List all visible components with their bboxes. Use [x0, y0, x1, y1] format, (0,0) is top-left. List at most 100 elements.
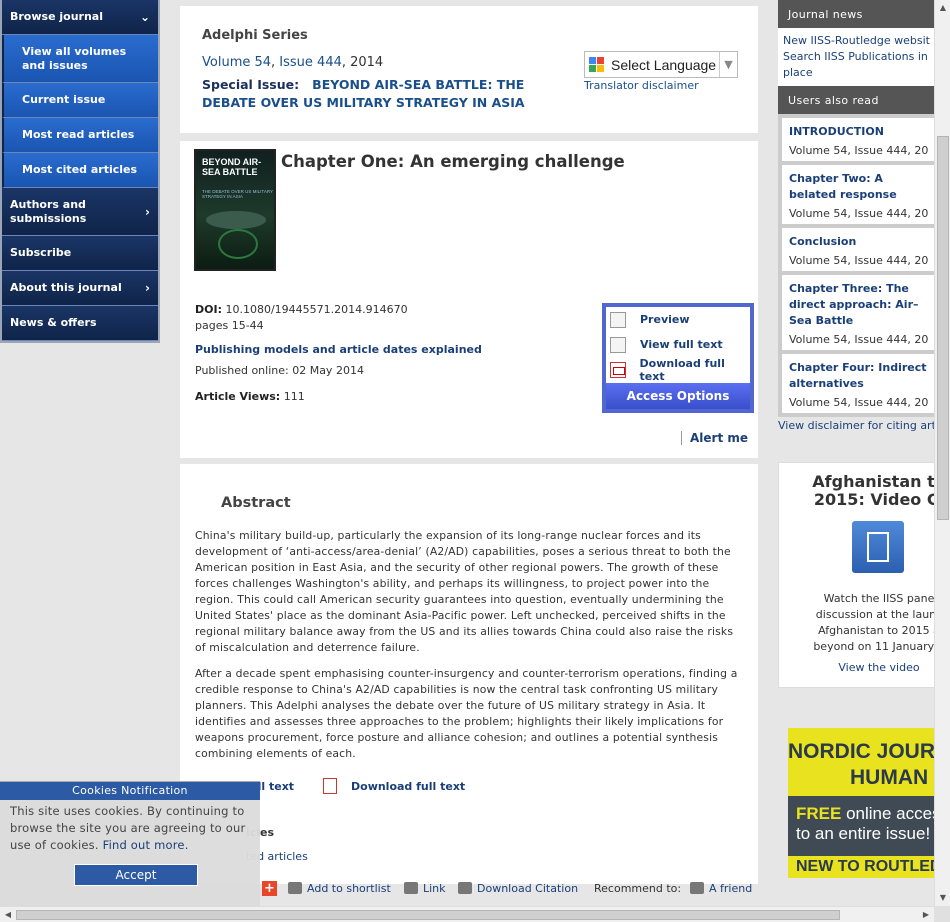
- volume-link[interactable]: Volume 54: [202, 55, 271, 70]
- view-video-link[interactable]: View the video: [779, 661, 934, 674]
- nav-label: Authors and submissions: [10, 197, 87, 225]
- issue-link[interactable]: Issue 444: [279, 55, 342, 70]
- save-icon: [288, 882, 302, 894]
- nav-about-journal[interactable]: About this journal ›: [2, 271, 158, 306]
- friend-label: A friend: [709, 882, 753, 895]
- scroll-right-icon[interactable]: ▶: [918, 907, 934, 922]
- news-link[interactable]: Search IISS Publications in: [783, 49, 929, 65]
- news-link[interactable]: New IISS-Routledge websit: [783, 33, 930, 49]
- ad-line-2: HUMAN RIG: [850, 766, 934, 789]
- scroll-thumb[interactable]: [16, 910, 840, 920]
- nav-view-all-volumes[interactable]: View all volumes and issues: [2, 35, 158, 83]
- list-item[interactable]: Chapter Four: Indirect alternatives Volu…: [782, 354, 934, 413]
- pages: pages 15-44: [195, 319, 264, 332]
- vertical-scrollbar[interactable]: ▲ ▼: [934, 0, 950, 906]
- ad-line-4: to an entire issue!: [796, 824, 931, 843]
- nav-browse-journal[interactable]: Browse journal ⌄: [2, 0, 158, 35]
- translator-disclaimer-link[interactable]: Translator disclaimer: [584, 79, 699, 92]
- video-heading: Afghanistan to 2015: Video Cl: [779, 473, 934, 509]
- views-count: 111: [283, 390, 305, 403]
- series-title: Adelphi Series: [202, 28, 308, 43]
- related-volume: Volume 54, Issue 444, 20: [789, 207, 929, 220]
- journal-news-heading: Journal news: [778, 0, 934, 28]
- cover-title: BEYOND AIR-SEA BATTLE: [202, 157, 262, 177]
- year: , 2014: [341, 55, 384, 70]
- abstract-heading: Abstract: [221, 495, 291, 511]
- nav-label: News & offers: [10, 316, 97, 329]
- add-plus-icon[interactable]: +: [262, 881, 277, 896]
- cookie-accept-button[interactable]: Accept: [74, 864, 198, 886]
- preview-link[interactable]: Preview: [606, 307, 750, 332]
- abstract-paragraph-2: After a decade spent emphasising counter…: [195, 667, 738, 760]
- dropdown-arrow-icon: ▼: [719, 52, 737, 77]
- citation-label: Download Citation: [477, 882, 579, 895]
- nav-most-cited[interactable]: Most cited articles: [2, 153, 158, 188]
- scrollbar-corner: [934, 906, 950, 922]
- video-text-line: Watch the IISS pane: [823, 592, 934, 605]
- google-translate-icon: [589, 56, 605, 73]
- add-to-shortlist[interactable]: Add to shortlist: [288, 882, 391, 895]
- nav-label: View all volumes and issues: [22, 44, 127, 72]
- alert-me-link[interactable]: Alert me: [680, 431, 748, 445]
- video-icon[interactable]: [852, 521, 904, 573]
- cookie-heading: Cookies Notification: [0, 782, 260, 800]
- video-card: Afghanistan to 2015: Video Cl Watch the …: [778, 462, 934, 688]
- ad-line-5: NEW TO ROUTLED: [796, 858, 934, 875]
- link-label: Link: [423, 882, 446, 895]
- nav-current-issue[interactable]: Current issue: [2, 83, 158, 118]
- news-link[interactable]: place: [783, 65, 929, 81]
- download-citation[interactable]: Download Citation: [458, 882, 578, 895]
- language-select[interactable]: Select Language ▼: [584, 51, 738, 78]
- nav-most-read[interactable]: Most read articles: [2, 118, 158, 153]
- horizontal-scrollbar[interactable]: ◀ ▶: [0, 906, 934, 922]
- related-volume: Volume 54, Issue 444, 20: [789, 333, 929, 346]
- pdf-icon: [610, 361, 626, 378]
- scroll-up-icon[interactable]: ▲: [935, 0, 950, 16]
- citing-disclaimer-link[interactable]: View disclaimer for citing art: [778, 419, 934, 432]
- nav-news-offers[interactable]: News & offers: [2, 306, 158, 341]
- document-icon: [610, 311, 626, 328]
- cookie-find-out-more-link[interactable]: Find out more.: [103, 838, 189, 852]
- nav-label: Most cited articles: [22, 163, 138, 176]
- nav-subscribe[interactable]: Subscribe: [2, 236, 158, 271]
- journal-ad-banner[interactable]: NORDIC JOURNAL of HUMAN RIG FREE online …: [788, 728, 934, 878]
- scroll-down-icon[interactable]: ▼: [935, 890, 950, 906]
- publishing-models-link[interactable]: Publishing models and article dates expl…: [195, 343, 482, 356]
- nav-label: Subscribe: [10, 246, 72, 259]
- related-title: Chapter Four: Indirect alternatives: [789, 361, 927, 390]
- list-item[interactable]: Conclusion Volume 54, Issue 444, 20: [782, 228, 934, 271]
- video-text-line: discussion at the launc: [815, 608, 934, 621]
- recommend-friend[interactable]: A friend: [690, 882, 752, 895]
- ad-line-3: FREE online acces: [796, 804, 934, 824]
- view-full-text-link[interactable]: View full text: [606, 332, 750, 357]
- nav-label: Most read articles: [22, 128, 135, 141]
- recommend-label: Recommend to:: [594, 882, 682, 895]
- nav-label: About this journal: [10, 281, 122, 294]
- list-item[interactable]: Chapter Three: The direct approach: Air–…: [782, 275, 934, 350]
- download-full-text-link-bottom[interactable]: Download full text: [351, 780, 465, 793]
- list-item[interactable]: INTRODUCTION Volume 54, Issue 444, 20: [782, 118, 934, 161]
- views-label: Article Views:: [195, 390, 281, 403]
- nav-label: Browse journal: [10, 10, 103, 23]
- issue-header: Adelphi Series Volume 54, Issue 444, 201…: [180, 6, 758, 133]
- preview-label: Preview: [640, 313, 690, 326]
- video-description: Watch the IISS pane discussion at the la…: [779, 591, 934, 655]
- related-volume: Volume 54, Issue 444, 20: [789, 144, 929, 157]
- scroll-thumb[interactable]: [937, 136, 949, 520]
- shield-icon: [458, 882, 472, 894]
- list-item[interactable]: Chapter Two: A belated response Volume 5…: [782, 165, 934, 224]
- nav-authors-submissions[interactable]: Authors and submissions ›: [2, 188, 158, 236]
- pdf-icon: [323, 778, 337, 794]
- download-full-text-link[interactable]: Download full text: [606, 357, 750, 383]
- link-icon: [404, 882, 418, 894]
- chevron-right-icon: ›: [145, 204, 150, 219]
- scroll-left-icon[interactable]: ◀: [0, 907, 16, 922]
- book-cover[interactable]: BEYOND AIR-SEA BATTLE THE DEBATE OVER US…: [194, 149, 276, 271]
- journal-news-box: New IISS-Routledge websit Search IISS Pu…: [778, 28, 934, 86]
- video-heading-line-1: Afghanistan to: [812, 472, 934, 491]
- access-options-button[interactable]: Access Options: [606, 383, 750, 409]
- cover-aircraft-image: [206, 211, 266, 229]
- link-action[interactable]: Link: [404, 882, 446, 895]
- doi-label: DOI:: [195, 303, 222, 316]
- cookie-notification: Cookies Notification This site uses cook…: [0, 781, 260, 906]
